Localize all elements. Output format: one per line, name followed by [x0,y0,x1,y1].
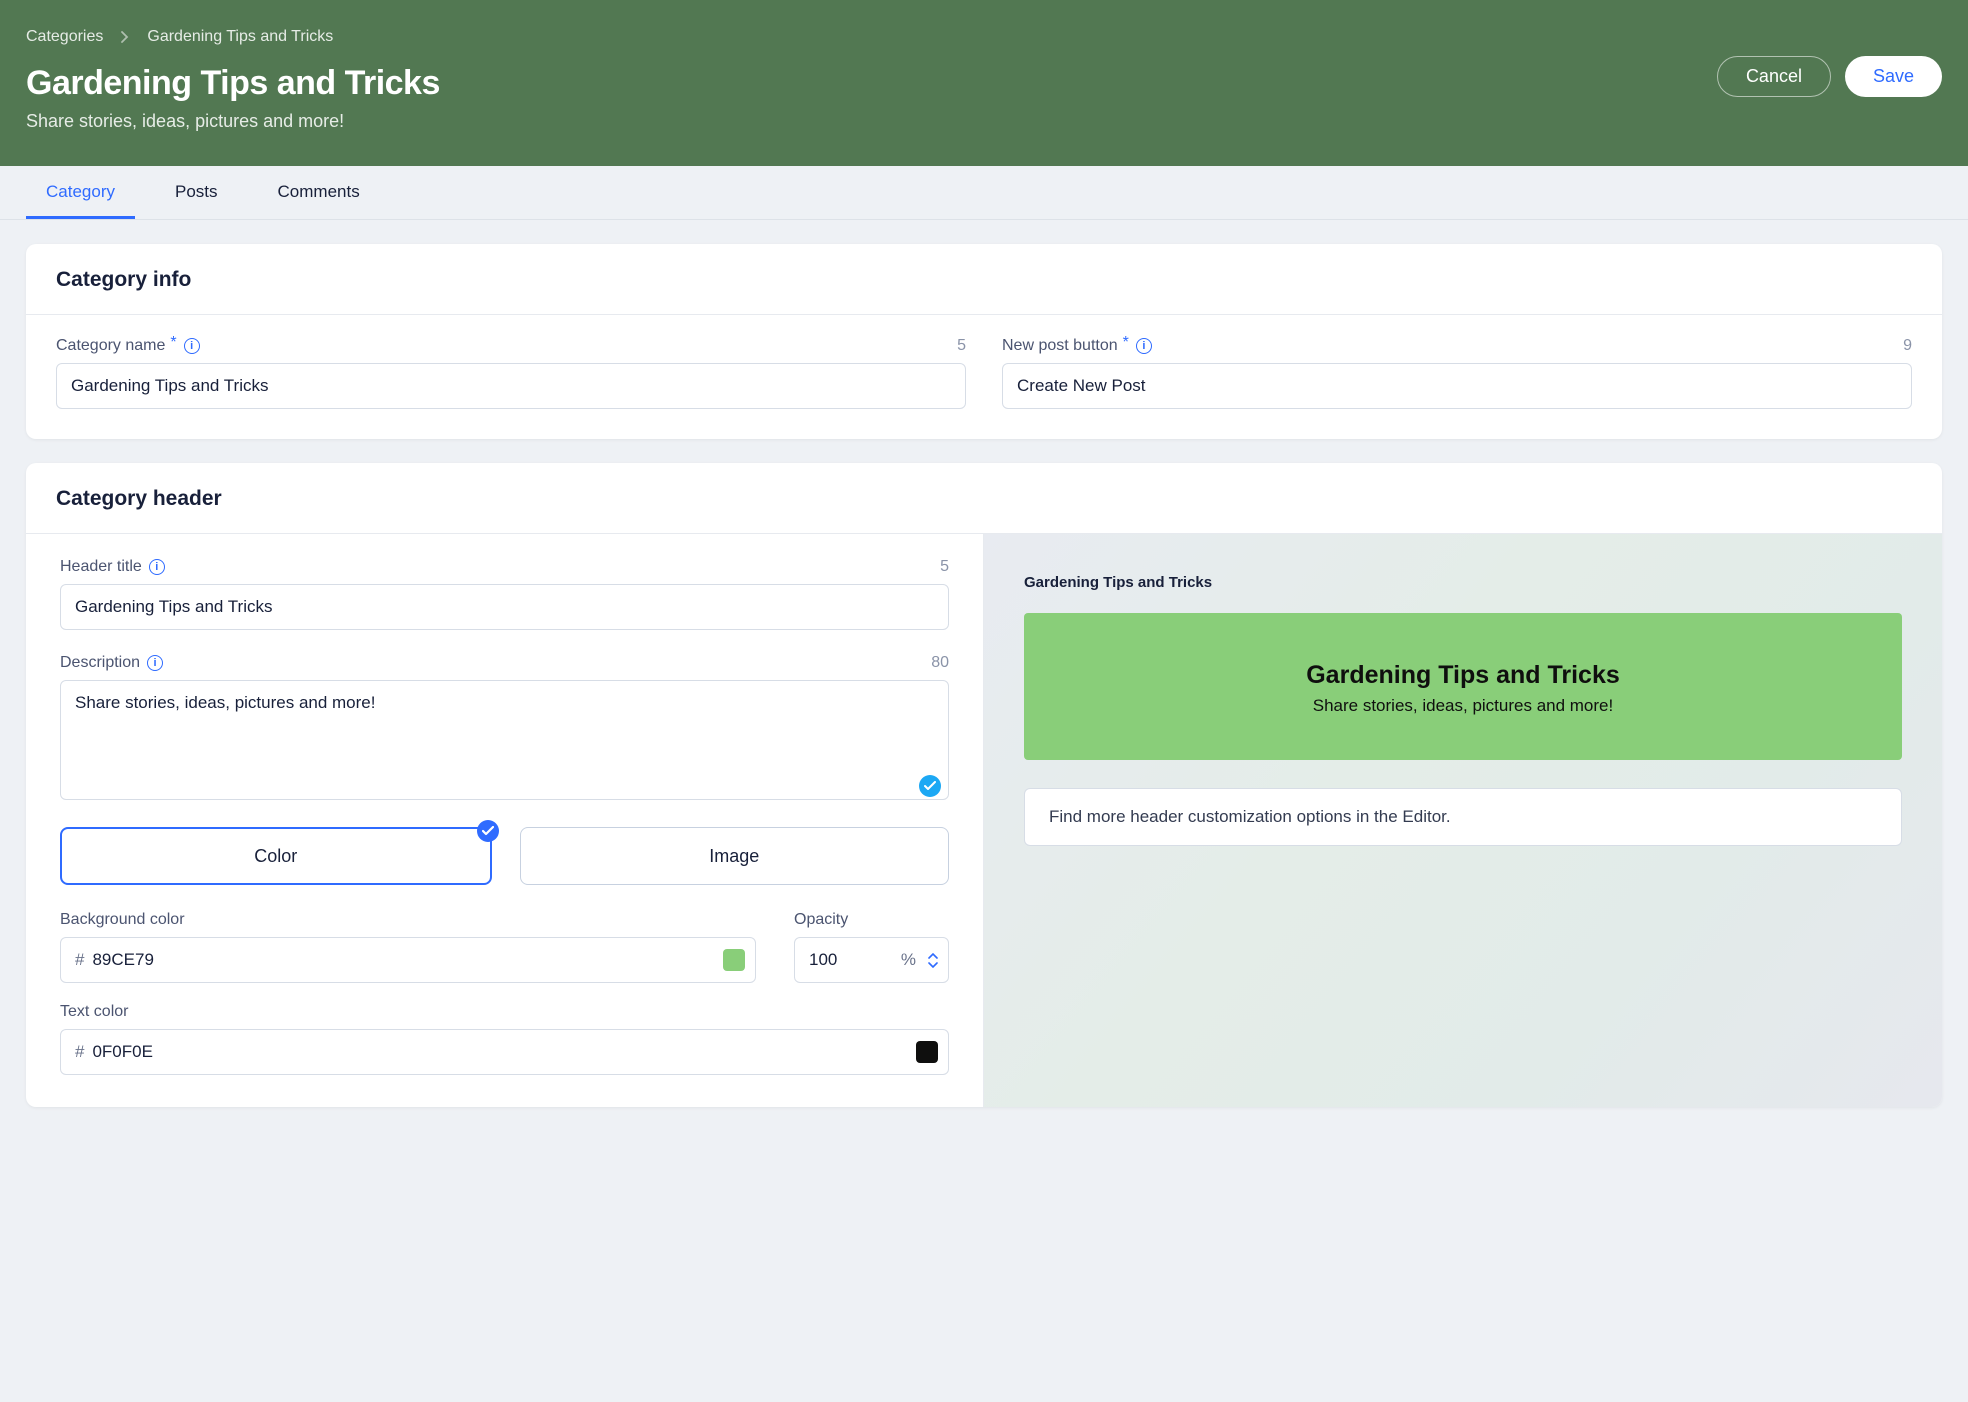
category-header-title: Category header [26,463,1942,533]
tab-posts[interactable]: Posts [155,166,238,219]
breadcrumb: Categories Gardening Tips and Tricks [26,28,1942,46]
checkmark-icon [477,820,499,842]
opacity-label: Opacity [794,911,949,929]
description-input[interactable] [60,680,949,800]
chevron-right-icon [121,31,129,43]
category-header-panel: Category header Header title i 5 Descrip… [26,463,1942,1107]
preview-hero-subtitle: Share stories, ideas, pictures and more! [1044,696,1882,716]
editor-hint: Find more header customization options i… [1024,788,1902,846]
category-info-panel: Category info Category name * i 5 New po… [26,244,1942,439]
new-post-button-input[interactable] [1002,363,1912,409]
background-color-input[interactable]: # [60,937,756,983]
text-color-input[interactable]: # [60,1029,949,1075]
description-field: Description i 80 [60,654,949,805]
header-config-form: Header title i 5 Description i 80 [26,534,984,1107]
new-post-button-field: New post button * i 9 [1002,337,1912,409]
category-name-input[interactable] [56,363,966,409]
opacity-input[interactable]: % [794,937,949,983]
info-icon[interactable]: i [1136,338,1152,354]
background-color-swatch[interactable] [723,949,745,971]
new-post-button-label: New post button * i [1002,337,1152,355]
category-name-counter: 5 [957,337,966,355]
hash-icon: # [75,950,84,970]
save-button[interactable]: Save [1845,56,1942,97]
required-star-icon: * [1123,334,1129,352]
tab-comments[interactable]: Comments [258,166,380,219]
text-color-swatch[interactable] [916,1041,938,1063]
text-color-label: Text color [60,1003,949,1021]
category-name-field: Category name * i 5 [56,337,966,409]
cancel-button[interactable]: Cancel [1717,56,1831,97]
preview-breadcrumb: Gardening Tips and Tricks [1024,574,1902,591]
description-counter: 80 [931,654,949,672]
opacity-value[interactable] [809,950,893,970]
hash-icon: # [75,1042,84,1062]
new-post-button-counter: 9 [1903,337,1912,355]
tab-category[interactable]: Category [26,166,135,219]
tabs: Category Posts Comments [0,166,1968,220]
header-title-input[interactable] [60,584,949,630]
preview-hero-title: Gardening Tips and Tricks [1044,661,1882,690]
breadcrumb-current: Gardening Tips and Tricks [147,28,333,46]
page-subtitle: Share stories, ideas, pictures and more! [26,111,1942,132]
percent-icon: % [901,950,916,970]
header-actions: Cancel Save [1717,56,1942,97]
opacity-stepper[interactable] [928,953,938,968]
background-type-toggle: Color Image [60,827,949,885]
toggle-image-button[interactable]: Image [520,827,950,885]
description-label: Description i [60,654,163,672]
text-color-value[interactable] [92,1042,908,1062]
info-icon[interactable]: i [149,559,165,575]
info-icon[interactable]: i [184,338,200,354]
chevron-up-icon[interactable] [928,953,938,959]
header-title-label: Header title i [60,558,165,576]
header-title-counter: 5 [940,558,949,576]
background-color-field: Background color # [60,911,756,983]
toggle-color-button[interactable]: Color [60,827,492,885]
breadcrumb-parent[interactable]: Categories [26,28,103,46]
page-title: Gardening Tips and Tricks [26,64,1942,103]
background-color-label: Background color [60,911,756,929]
header-preview: Gardening Tips and Tricks Gardening Tips… [984,534,1942,1107]
required-star-icon: * [170,334,176,352]
preview-hero: Gardening Tips and Tricks Share stories,… [1024,613,1902,760]
opacity-field: Opacity % [794,911,949,983]
background-color-value[interactable] [92,950,715,970]
category-info-title: Category info [26,244,1942,314]
checkmark-icon [919,775,941,797]
header-title-field: Header title i 5 [60,558,949,630]
category-name-label: Category name * i [56,337,200,355]
info-icon[interactable]: i [147,655,163,671]
text-color-field: Text color # [60,1003,949,1075]
page-header: Categories Gardening Tips and Tricks Gar… [0,0,1968,166]
chevron-down-icon[interactable] [928,962,938,968]
